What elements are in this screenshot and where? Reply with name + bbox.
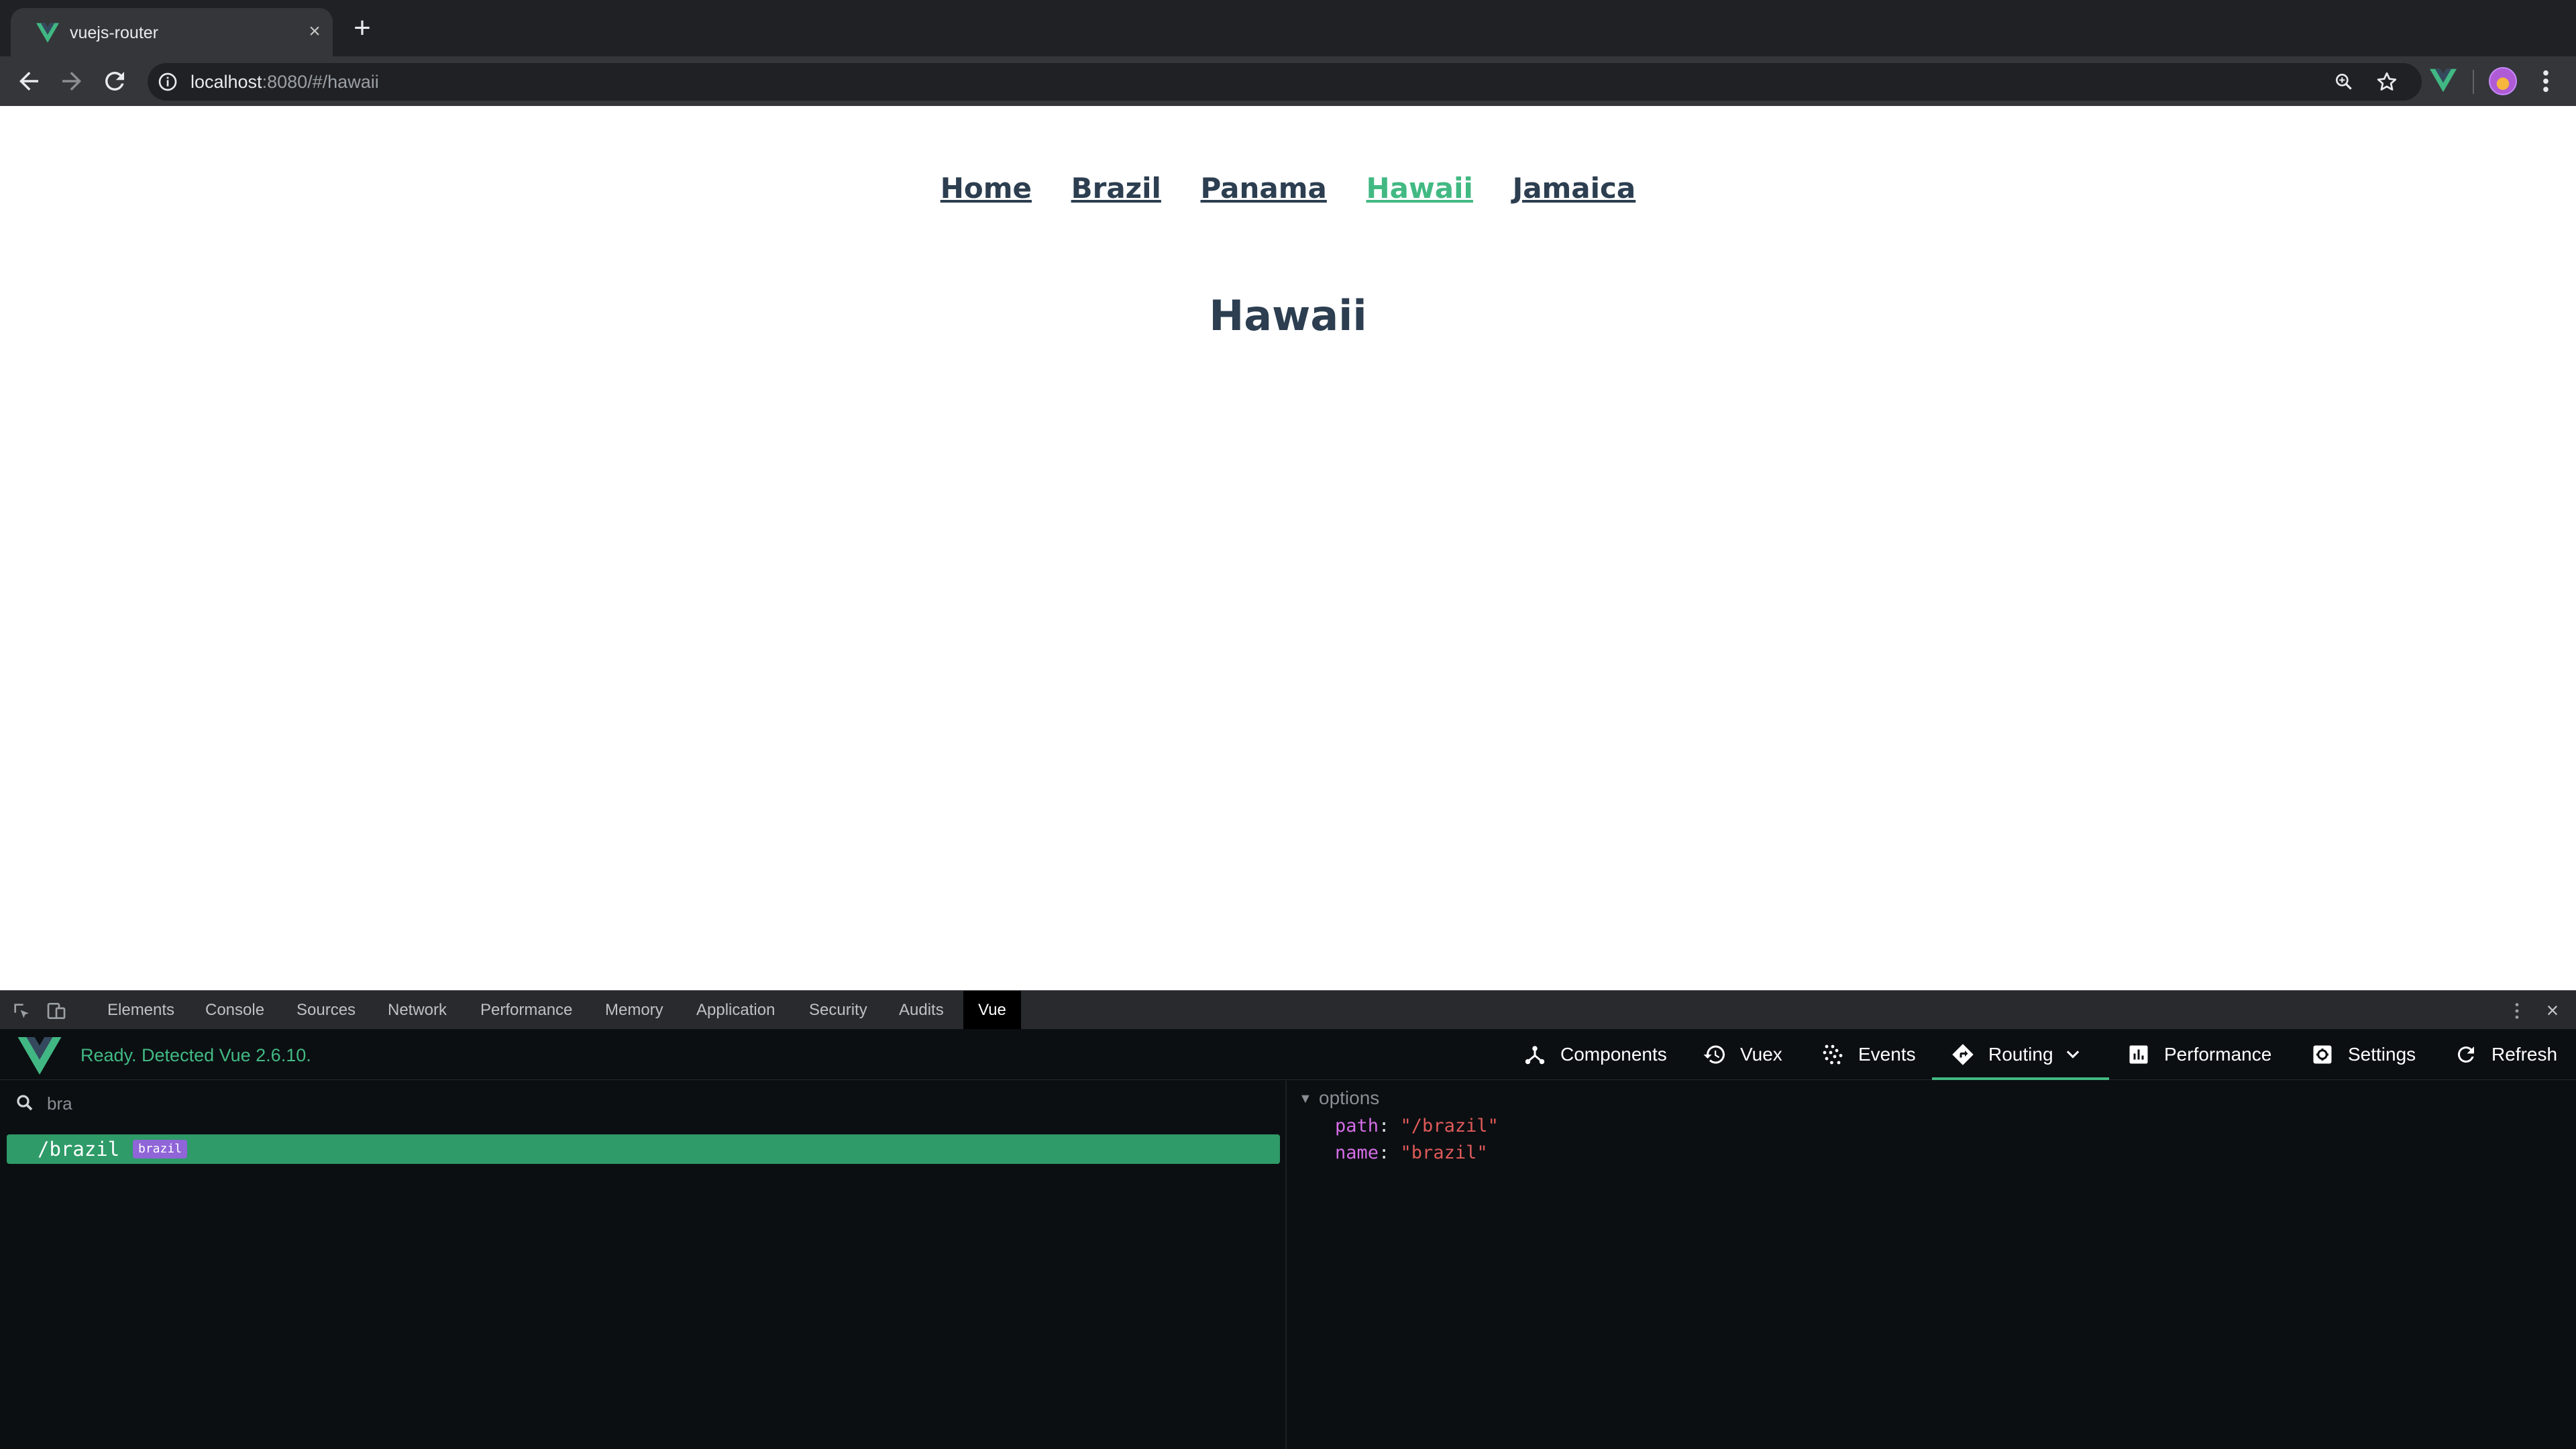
name-property: name: "brazil" xyxy=(1335,1142,1488,1163)
url-host: localhost xyxy=(191,72,262,92)
devtools-more-icon[interactable] xyxy=(2506,1000,2528,1022)
devtools-tab-elements[interactable]: Elements xyxy=(107,991,174,1030)
devtools-tab-vue[interactable]: Vue xyxy=(963,991,1021,1030)
devtools-tab-sources[interactable]: Sources xyxy=(297,991,356,1030)
route-path: /brazil xyxy=(38,1138,120,1161)
route-details-pane: ▼ options path: "/brazil" name: "brazil" xyxy=(1288,1081,2576,1449)
path-key: path xyxy=(1335,1116,1379,1136)
chevron-down-icon xyxy=(2066,1051,2080,1059)
device-toolbar-icon[interactable] xyxy=(46,1000,67,1022)
performance-chart-icon xyxy=(2129,1045,2148,1064)
route-list-item[interactable]: /brazil brazil xyxy=(7,1134,1280,1164)
vue-nav-settings[interactable]: Settings xyxy=(2310,1029,2418,1080)
tab-title: vuejs-router xyxy=(70,23,158,42)
route-search-bar xyxy=(0,1081,1287,1132)
site-info-icon[interactable] xyxy=(157,71,178,93)
path-value: "/brazil" xyxy=(1400,1116,1499,1136)
path-property: path: "/brazil" xyxy=(1335,1116,1499,1136)
vue-nav-refresh-label: Refresh xyxy=(2491,1044,2558,1065)
routing-icon xyxy=(1952,1044,1974,1065)
page-nav: Home Brazil Panama Hawaii Jamaica xyxy=(0,172,2576,205)
page-title: Hawaii xyxy=(1209,291,1367,340)
vue-favicon-icon xyxy=(36,23,59,43)
url-path: :8080/#/hawaii xyxy=(262,72,379,92)
browser-tab-strip: vuejs-router × + xyxy=(0,0,2576,56)
vue-nav-settings-label: Settings xyxy=(2348,1044,2416,1065)
name-value: "brazil" xyxy=(1400,1142,1488,1163)
vue-logo-icon xyxy=(17,1037,62,1075)
devtools-tab-memory[interactable]: Memory xyxy=(605,991,663,1030)
nav-link-brazil[interactable]: Brazil xyxy=(1071,172,1161,205)
browser-tab[interactable]: vuejs-router × xyxy=(11,8,333,56)
refresh-icon xyxy=(2457,1046,2474,1063)
new-tab-icon[interactable]: + xyxy=(349,13,376,43)
chrome-menu-icon[interactable] xyxy=(2536,67,2556,95)
vue-nav-components[interactable]: Components xyxy=(1523,1029,1670,1080)
search-icon xyxy=(17,1095,33,1111)
devtools-close-icon[interactable]: × xyxy=(2541,999,2564,1022)
routes-list-pane: /brazil brazil xyxy=(0,1081,1287,1449)
vue-nav-components-label: Components xyxy=(1560,1044,1667,1065)
vue-nav-routing-label: Routing xyxy=(1988,1044,2053,1065)
devtools-tab-application[interactable]: Application xyxy=(696,991,775,1030)
vue-nav-vuex[interactable]: Vuex xyxy=(1703,1029,1790,1080)
browser-toolbar: localhost:8080/#/hawaii xyxy=(0,56,2576,106)
vue-devtools-header: Ready. Detected Vue 2.6.10. Components V… xyxy=(0,1029,2576,1080)
history-icon xyxy=(1703,1045,1725,1064)
reload-icon[interactable] xyxy=(101,67,129,95)
vue-nav-events-label: Events xyxy=(1858,1044,1916,1065)
tab-close-icon[interactable]: × xyxy=(303,20,326,43)
vue-nav-routing[interactable]: Routing xyxy=(1932,1029,2109,1080)
collapse-caret-icon[interactable]: ▼ xyxy=(1299,1091,1312,1107)
url-text[interactable]: localhost:8080/#/hawaii xyxy=(191,71,379,93)
vue-nav-refresh[interactable]: Refresh xyxy=(2454,1029,2561,1080)
devtools-tab-bar: Elements Console Sources Network Perform… xyxy=(0,990,2576,1030)
vue-devtools-extension-icon[interactable] xyxy=(2430,68,2457,93)
profile-avatar[interactable] xyxy=(2489,67,2517,95)
events-icon xyxy=(1823,1044,1843,1065)
inspect-element-icon[interactable] xyxy=(11,1000,32,1022)
nav-link-jamaica[interactable]: Jamaica xyxy=(1513,172,1636,205)
devtools-tab-audits[interactable]: Audits xyxy=(899,991,944,1030)
components-icon xyxy=(1525,1046,1545,1065)
vue-nav-performance[interactable]: Performance xyxy=(2127,1029,2281,1080)
options-section-label[interactable]: options xyxy=(1319,1087,1379,1109)
address-bar[interactable]: localhost:8080/#/hawaii xyxy=(148,63,2422,101)
web-page: Home Brazil Panama Hawaii Jamaica Hawaii xyxy=(0,106,2576,990)
name-key: name xyxy=(1335,1142,1379,1163)
vue-nav-performance-label: Performance xyxy=(2164,1044,2272,1065)
nav-link-panama[interactable]: Panama xyxy=(1201,172,1327,205)
devtools-tab-network[interactable]: Network xyxy=(388,991,447,1030)
back-arrow-icon[interactable] xyxy=(15,67,43,95)
nav-link-hawaii[interactable]: Hawaii xyxy=(1366,172,1473,205)
vue-nav-vuex-label: Vuex xyxy=(1740,1044,1782,1065)
zoom-icon[interactable] xyxy=(2333,71,2355,93)
vue-nav-events[interactable]: Events xyxy=(1821,1029,1921,1080)
vue-status-text: Ready. Detected Vue 2.6.10. xyxy=(80,1045,311,1065)
route-name-badge: brazil xyxy=(133,1140,188,1159)
route-search-input[interactable] xyxy=(47,1090,1254,1117)
devtools-tab-console[interactable]: Console xyxy=(205,991,264,1030)
bookmark-star-icon[interactable] xyxy=(2375,70,2399,94)
devtools-tab-security[interactable]: Security xyxy=(809,991,867,1030)
toolbar-divider xyxy=(2473,70,2474,94)
nav-link-home[interactable]: Home xyxy=(941,172,1032,205)
devtools-tab-performance[interactable]: Performance xyxy=(480,991,572,1030)
settings-icon xyxy=(2313,1045,2332,1064)
forward-arrow-icon[interactable] xyxy=(58,67,86,95)
